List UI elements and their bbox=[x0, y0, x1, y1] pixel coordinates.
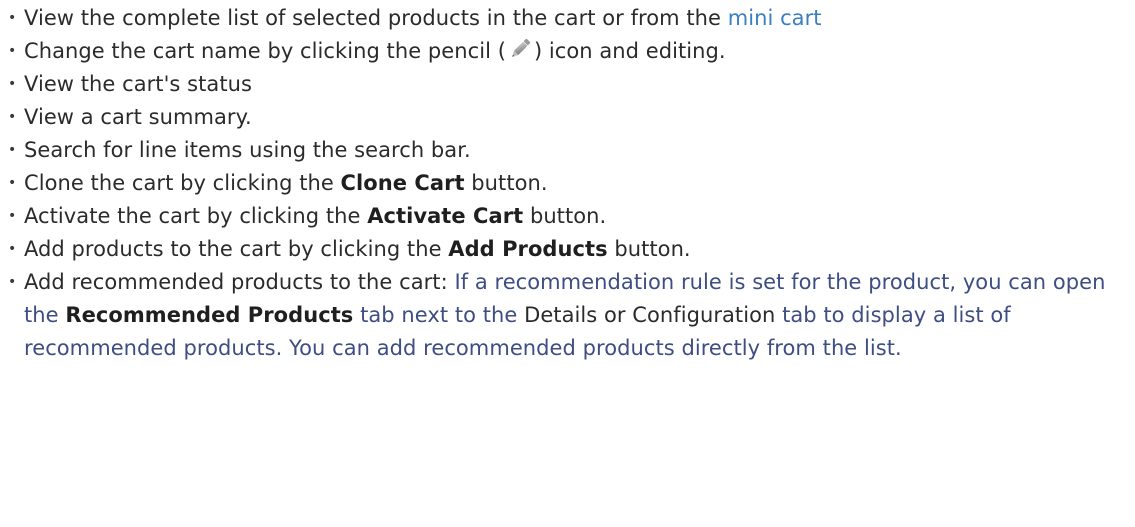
clone-cart-label: Clone Cart bbox=[340, 171, 465, 195]
list-item: View a cart summary. bbox=[8, 101, 1127, 134]
item-text: ) icon and editing. bbox=[533, 39, 726, 63]
configuration-label: or Configuration bbox=[597, 303, 776, 327]
list-item: View the complete list of selected produ… bbox=[8, 2, 1127, 35]
list-item: Add products to the cart by clicking the… bbox=[8, 233, 1127, 266]
list-item: Change the cart name by clicking the pen… bbox=[8, 35, 1127, 68]
item-text: Change the cart name by clicking the pen… bbox=[24, 39, 506, 63]
item-text: Clone the cart by clicking the bbox=[24, 171, 341, 195]
document-body: View the complete list of selected produ… bbox=[0, 0, 1135, 527]
pencil-icon bbox=[507, 36, 533, 62]
add-products-label: Add Products bbox=[448, 237, 608, 261]
mini-cart-link[interactable]: mini cart bbox=[728, 6, 822, 30]
item-text: View the complete list of selected produ… bbox=[24, 6, 728, 30]
activate-cart-label: Activate Cart bbox=[367, 204, 524, 228]
item-text: Search for line items using the search b… bbox=[24, 138, 471, 162]
item-text: button. bbox=[464, 171, 548, 195]
item-text: tab next to the bbox=[353, 303, 525, 327]
item-text: Activate the cart by clicking the bbox=[24, 204, 368, 228]
item-text: Add recommended products to the cart: bbox=[24, 270, 455, 294]
item-text: View a cart summary. bbox=[24, 105, 252, 129]
details-label: Details bbox=[524, 303, 598, 327]
list-item: Search for line items using the search b… bbox=[8, 134, 1127, 167]
recommended-products-label: Recommended Products bbox=[65, 303, 354, 327]
item-text: View the cart's status bbox=[24, 72, 252, 96]
item-text: button. bbox=[523, 204, 607, 228]
list-item: View the cart's status bbox=[8, 68, 1127, 101]
item-text: button. bbox=[607, 237, 691, 261]
list-item: Add recommended products to the cart: If… bbox=[8, 266, 1127, 365]
item-text: Add products to the cart by clicking the bbox=[24, 237, 449, 261]
feature-bullet-list: View the complete list of selected produ… bbox=[8, 2, 1127, 365]
list-item: Activate the cart by clicking the Activa… bbox=[8, 200, 1127, 233]
list-item: Clone the cart by clicking the Clone Car… bbox=[8, 167, 1127, 200]
